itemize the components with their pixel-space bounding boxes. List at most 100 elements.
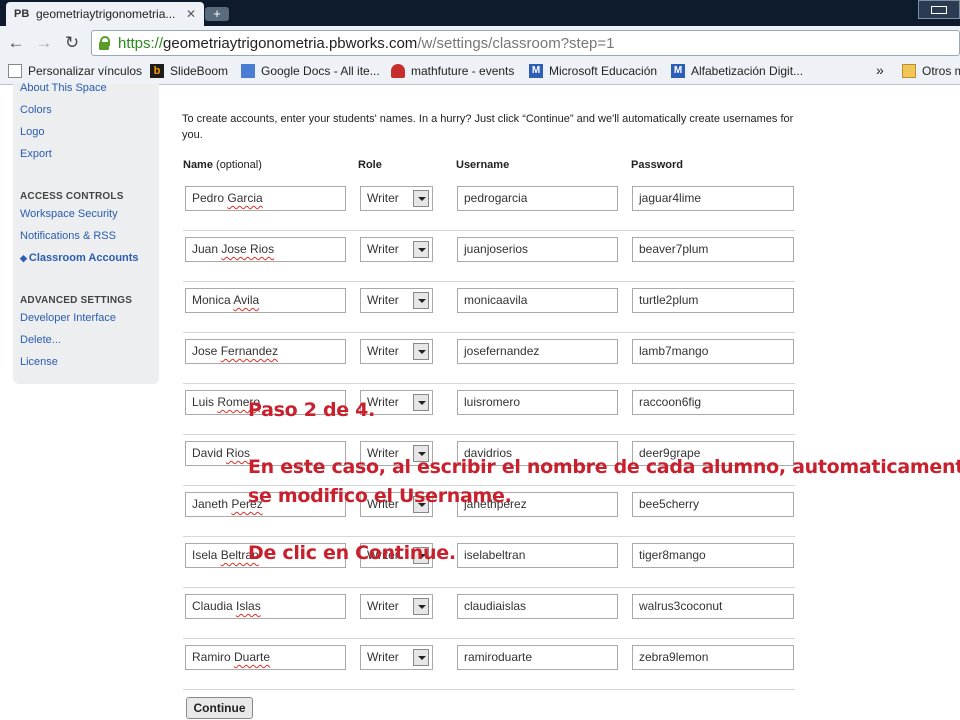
password-input[interactable]: bee5cherry — [632, 492, 794, 517]
pbworks-favicon-icon: PB — [14, 8, 30, 20]
password-input[interactable]: jaguar4lime — [632, 186, 794, 211]
sidebar-link-license[interactable]: License — [20, 356, 58, 368]
dropdown-arrow-icon[interactable] — [413, 649, 429, 666]
sidebar-link-colors[interactable]: Colors — [20, 104, 52, 116]
microsoft-icon: M — [671, 64, 685, 78]
column-header-password-label: Password — [631, 159, 683, 171]
first-name-text: Janeth — [192, 497, 229, 511]
password-input[interactable]: turtle2plum — [632, 288, 794, 313]
tab-title: geometriaytrigonometria... — [36, 7, 176, 21]
window-restore-button[interactable] — [918, 0, 960, 19]
bookmark-label: SlideBoom — [170, 64, 229, 78]
annotation-line-2: se modifico el Username. — [248, 485, 512, 507]
bookmark-personalizar[interactable]: Personalizar vínculos — [8, 64, 142, 78]
annotation-instruction: De clic en Continue. — [248, 542, 456, 564]
address-bar[interactable]: https:// geometriaytrigonometria.pbworks… — [91, 30, 960, 56]
dropdown-arrow-icon[interactable] — [413, 343, 429, 360]
column-header-role-label: Role — [358, 159, 382, 171]
intro-text: To create accounts, enter your students'… — [182, 113, 794, 141]
forward-arrow-icon[interactable]: → — [34, 33, 54, 53]
role-value: Writer — [367, 242, 399, 256]
url-path: /w/settings/classroom?step=1 — [417, 34, 615, 52]
role-select[interactable]: Writer — [360, 186, 433, 211]
reload-icon[interactable]: ↻ — [62, 33, 82, 53]
student-name-input[interactable]: Monica Avila — [185, 288, 346, 313]
role-value: Writer — [367, 650, 399, 664]
bookmark-alfabetizacion[interactable]: M Alfabetización Digit... — [671, 64, 803, 78]
bookmark-microsoft-educacion[interactable]: M Microsoft Educación — [529, 64, 657, 78]
role-value: Writer — [367, 344, 399, 358]
password-input[interactable]: lamb7mango — [632, 339, 794, 364]
username-input[interactable]: pedrogarcia — [457, 186, 618, 211]
last-name-text: Islas — [236, 599, 261, 613]
first-name-text: Jose — [192, 344, 218, 358]
first-name-text: Juan — [192, 242, 219, 256]
restore-icon — [931, 6, 947, 14]
annotation-step: Paso 2 de 4. — [248, 399, 375, 421]
sidebar-link-export[interactable]: Export — [20, 148, 52, 160]
url-scheme: https:// — [118, 34, 164, 52]
first-name-text: Isela — [192, 548, 218, 562]
student-name-input[interactable]: Claudia Islas — [185, 594, 346, 619]
first-name-text: David — [192, 446, 223, 460]
username-input[interactable]: iselabeltran — [457, 543, 618, 568]
student-name-input[interactable]: Juan Jose Rios — [185, 237, 346, 262]
student-name-input[interactable]: Ramiro Duarte — [185, 645, 346, 670]
password-input[interactable]: walrus3coconut — [632, 594, 794, 619]
column-header-role: Role — [358, 159, 382, 171]
sidebar-link-label: Classroom Accounts — [28, 252, 139, 264]
sidebar-link-developer[interactable]: Developer Interface — [20, 312, 116, 324]
active-marker-icon: ◆ — [20, 253, 27, 263]
username-input[interactable]: monicaavila — [457, 288, 618, 313]
role-select[interactable]: Writer — [360, 288, 433, 313]
first-name-text: Monica — [192, 293, 231, 307]
first-name-text: Ramiro — [192, 650, 231, 664]
student-name-input[interactable]: Pedro Garcia — [185, 186, 346, 211]
close-tab-icon[interactable]: ✕ — [186, 7, 204, 21]
role-value: Writer — [367, 599, 399, 613]
new-tab-button[interactable]: + — [205, 7, 229, 21]
dropdown-arrow-icon[interactable] — [413, 190, 429, 207]
sidebar-link-about[interactable]: About This Space — [20, 82, 107, 94]
dropdown-arrow-icon[interactable] — [413, 598, 429, 615]
bookmark-label: Google Docs - All ite... — [261, 64, 380, 78]
sidebar-heading-access: ACCESS CONTROLS — [20, 191, 124, 202]
sidebar-link-workspace-security[interactable]: Workspace Security — [20, 208, 118, 220]
last-name-text: Jose Rios — [221, 242, 275, 256]
sidebar-link-classroom-accounts[interactable]: ◆ Classroom Accounts — [20, 252, 139, 264]
password-input[interactable]: raccoon6fig — [632, 390, 794, 415]
last-name-text: Avila — [233, 293, 260, 307]
password-input[interactable]: beaver7plum — [632, 237, 794, 262]
page-icon — [8, 64, 22, 78]
back-arrow-icon[interactable]: ← — [6, 33, 26, 53]
sidebar-link-notifications[interactable]: Notifications & RSS — [20, 230, 116, 242]
bookmark-mathfuture[interactable]: mathfuture - events — [391, 64, 514, 78]
password-input[interactable]: zebra9lemon — [632, 645, 794, 670]
username-input[interactable]: claudiaislas — [457, 594, 618, 619]
role-select[interactable]: Writer — [360, 594, 433, 619]
username-input[interactable]: josefernandez — [457, 339, 618, 364]
bookmark-slideboom[interactable]: b SlideBoom — [150, 64, 228, 78]
bookmark-google-docs[interactable]: Google Docs - All ite... — [241, 64, 380, 78]
student-name-input[interactable]: Jose Fernandez — [185, 339, 346, 364]
username-input[interactable]: juanjoserios — [457, 237, 618, 262]
browser-tab[interactable]: PB geometriaytrigonometria... ✕ — [6, 2, 204, 26]
column-header-name-label: Name — [183, 159, 213, 171]
role-value: Writer — [367, 191, 399, 205]
username-input[interactable]: ramiroduarte — [457, 645, 618, 670]
dropdown-arrow-icon[interactable] — [413, 394, 429, 411]
role-select[interactable]: Writer — [360, 339, 433, 364]
continue-button[interactable]: Continue — [186, 697, 253, 719]
sidebar-link-delete[interactable]: Delete... — [20, 334, 61, 346]
sidebar-link-logo[interactable]: Logo — [20, 126, 44, 138]
username-input[interactable]: luisromero — [457, 390, 618, 415]
password-input[interactable]: tiger8mango — [632, 543, 794, 568]
role-select[interactable]: Writer — [360, 645, 433, 670]
bookmark-label: Personalizar vínculos — [28, 64, 143, 78]
dropdown-arrow-icon[interactable] — [413, 241, 429, 258]
role-select[interactable]: Writer — [360, 237, 433, 262]
dropdown-arrow-icon[interactable] — [413, 292, 429, 309]
student-row: Jose Fernandez Writer josefernandez lamb7ma… — [183, 333, 795, 384]
bookmark-other[interactable]: Otros m — [902, 64, 960, 78]
bookmarks-overflow-button[interactable]: » — [876, 62, 884, 78]
